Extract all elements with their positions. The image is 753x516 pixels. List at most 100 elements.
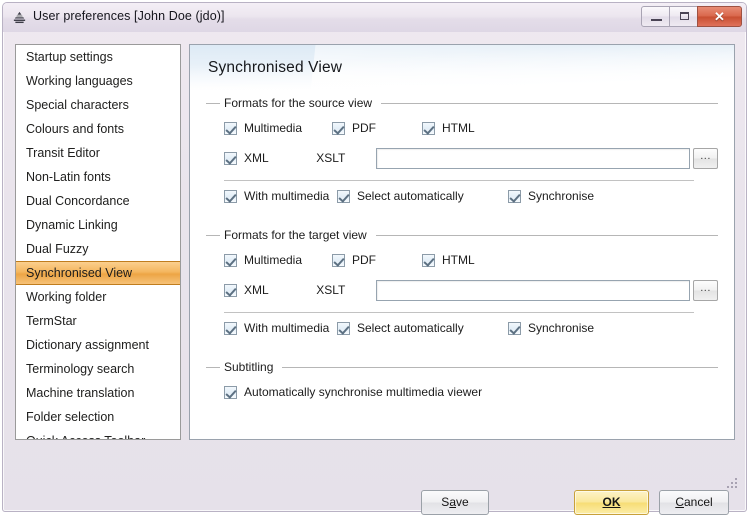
source-xslt-browse-button[interactable]: ... xyxy=(693,147,718,169)
sidebar-item-label: Dictionary assignment xyxy=(26,338,149,352)
sidebar-item-dynamic-linking[interactable]: Dynamic Linking xyxy=(16,213,180,237)
target-synchronise-checkbox[interactable]: Synchronise xyxy=(508,321,594,335)
checkbox-check-icon xyxy=(422,121,435,135)
settings-panel: Synchronised View Formats for the source… xyxy=(189,44,735,440)
source-xslt-label: XSLT xyxy=(316,151,346,165)
target-formats-content: Multimedia PDF HTML XML XSLT ... With mu… xyxy=(206,247,718,341)
source-html-checkbox[interactable]: HTML xyxy=(422,121,475,135)
checkbox-check-icon xyxy=(332,253,345,267)
preferences-window: User preferences [John Doe (jdo)] ✕ Star… xyxy=(2,2,747,515)
target-html-checkbox[interactable]: HTML xyxy=(422,253,475,267)
source-with-multimedia-checkbox[interactable]: With multimedia xyxy=(224,189,337,203)
sidebar-item-special-characters[interactable]: Special characters xyxy=(16,93,180,117)
sidebar-item-termstar[interactable]: TermStar xyxy=(16,309,180,333)
page-title: Synchronised View xyxy=(208,59,343,76)
checkbox-label: XML xyxy=(244,151,269,165)
checkbox-label: With multimedia xyxy=(244,321,330,335)
target-with-multimedia-checkbox[interactable]: With multimedia xyxy=(224,321,337,335)
checkbox-label: Multimedia xyxy=(244,121,303,135)
group-line-left xyxy=(206,366,220,368)
sidebar-item-terminology-search[interactable]: Terminology search xyxy=(16,357,180,381)
checkbox-check-icon xyxy=(224,385,237,399)
target-pdf-checkbox[interactable]: PDF xyxy=(332,253,422,267)
maximize-icon xyxy=(680,12,689,20)
checkbox-check-icon xyxy=(224,189,237,203)
sidebar-item-dual-fuzzy[interactable]: Dual Fuzzy xyxy=(16,237,180,261)
sidebar-item-working-languages[interactable]: Working languages xyxy=(16,69,180,93)
sidebar-item-label: Terminology search xyxy=(26,362,135,376)
sidebar-item-dictionary-assignment[interactable]: Dictionary assignment xyxy=(16,333,180,357)
minimize-button[interactable] xyxy=(641,6,670,27)
source-xslt-input[interactable] xyxy=(375,147,691,169)
save-button-label-post: ve xyxy=(456,495,469,509)
target-xslt-label: XSLT xyxy=(316,283,346,297)
source-pdf-checkbox[interactable]: PDF xyxy=(332,121,422,135)
checkbox-check-icon xyxy=(224,283,237,297)
group-header: Subtitling xyxy=(206,359,718,375)
source-separator xyxy=(224,180,694,181)
checkbox-label: Select automatically xyxy=(357,321,464,335)
sidebar-item-quick-access-toolbar[interactable]: Quick Access Toolbar xyxy=(16,429,180,439)
checkbox-label: Select automatically xyxy=(357,189,464,203)
target-xslt-browse-button[interactable]: ... xyxy=(693,279,718,301)
panel-header: Synchronised View xyxy=(190,45,734,91)
source-xml-checkbox[interactable]: XML xyxy=(224,151,316,165)
checkbox-check-icon xyxy=(337,189,350,203)
source-synchronise-checkbox[interactable]: Synchronise xyxy=(508,189,594,203)
checkbox-check-icon xyxy=(224,121,237,135)
resize-grip[interactable] xyxy=(727,478,739,490)
checkbox-check-icon xyxy=(224,151,237,165)
sidebar-item-working-folder[interactable]: Working folder xyxy=(16,285,180,309)
group-line-left xyxy=(206,102,220,104)
group-line-right xyxy=(282,366,718,368)
checkbox-check-icon xyxy=(224,321,237,335)
save-button[interactable]: Save xyxy=(421,490,489,515)
close-button[interactable]: ✕ xyxy=(697,6,742,27)
subtitling-group: Subtitling Automatically synchronise mul… xyxy=(206,359,718,405)
subtitling-content: Automatically synchronise multimedia vie… xyxy=(206,379,718,405)
title-bar[interactable]: User preferences [John Doe (jdo)] ✕ xyxy=(3,3,746,32)
sidebar-item-transit-editor[interactable]: Transit Editor xyxy=(16,141,180,165)
source-options-row: With multimedia Select automatically Syn… xyxy=(224,183,718,209)
ok-button[interactable]: OK xyxy=(574,490,649,515)
auto-sync-multimedia-viewer-checkbox[interactable]: Automatically synchronise multimedia vie… xyxy=(224,385,482,399)
checkbox-label: HTML xyxy=(442,121,475,135)
sidebar-item-label: Dual Concordance xyxy=(26,194,130,208)
maximize-button[interactable] xyxy=(669,6,698,27)
checkbox-label: Synchronise xyxy=(528,321,595,335)
target-xml-row: XML XSLT ... xyxy=(224,277,718,303)
source-multimedia-checkbox[interactable]: Multimedia xyxy=(224,121,332,135)
checkbox-check-icon xyxy=(508,321,521,335)
checkbox-label: With multimedia xyxy=(244,189,330,203)
sidebar-item-synchronised-view[interactable]: Synchronised View xyxy=(16,261,180,285)
source-formats-group-label: Formats for the source view xyxy=(224,96,373,110)
target-select-automatically-checkbox[interactable]: Select automatically xyxy=(337,321,508,335)
sidebar-item-non-latin-fonts[interactable]: Non-Latin fonts xyxy=(16,165,180,189)
checkbox-label: HTML xyxy=(442,253,475,267)
subtitling-group-label: Subtitling xyxy=(224,360,274,374)
source-select-automatically-checkbox[interactable]: Select automatically xyxy=(337,189,508,203)
target-xslt-input[interactable] xyxy=(375,279,691,301)
sidebar-item-folder-selection[interactable]: Folder selection xyxy=(16,405,180,429)
sidebar-item-colours-and-fonts[interactable]: Colours and fonts xyxy=(16,117,180,141)
group-line-right xyxy=(375,234,718,236)
minimize-icon xyxy=(651,19,662,21)
sidebar-item-startup-settings[interactable]: Startup settings xyxy=(16,45,180,69)
dialog-footer: Save OK Cancel xyxy=(3,452,746,515)
client-area: Startup settings Working languages Speci… xyxy=(3,32,746,515)
sidebar-item-label: Working folder xyxy=(26,290,107,304)
window-controls: ✕ xyxy=(641,6,742,27)
preferences-category-list[interactable]: Startup settings Working languages Speci… xyxy=(15,44,181,440)
target-multimedia-checkbox[interactable]: Multimedia xyxy=(224,253,332,267)
source-formats-group: Formats for the source view Multimedia P xyxy=(206,95,718,209)
source-format-checkbox-row: Multimedia PDF HTML xyxy=(224,115,718,141)
sidebar-item-machine-translation[interactable]: Machine translation xyxy=(16,381,180,405)
checkbox-label: Multimedia xyxy=(244,253,303,267)
target-xml-checkbox[interactable]: XML xyxy=(224,283,316,297)
sidebar-item-dual-concordance[interactable]: Dual Concordance xyxy=(16,189,180,213)
sidebar-item-label: Working languages xyxy=(26,74,133,88)
cancel-button[interactable]: Cancel xyxy=(659,490,729,515)
sidebar-item-label: Special characters xyxy=(26,98,129,112)
target-format-checkbox-row: Multimedia PDF HTML xyxy=(224,247,718,273)
checkbox-check-icon xyxy=(337,321,350,335)
